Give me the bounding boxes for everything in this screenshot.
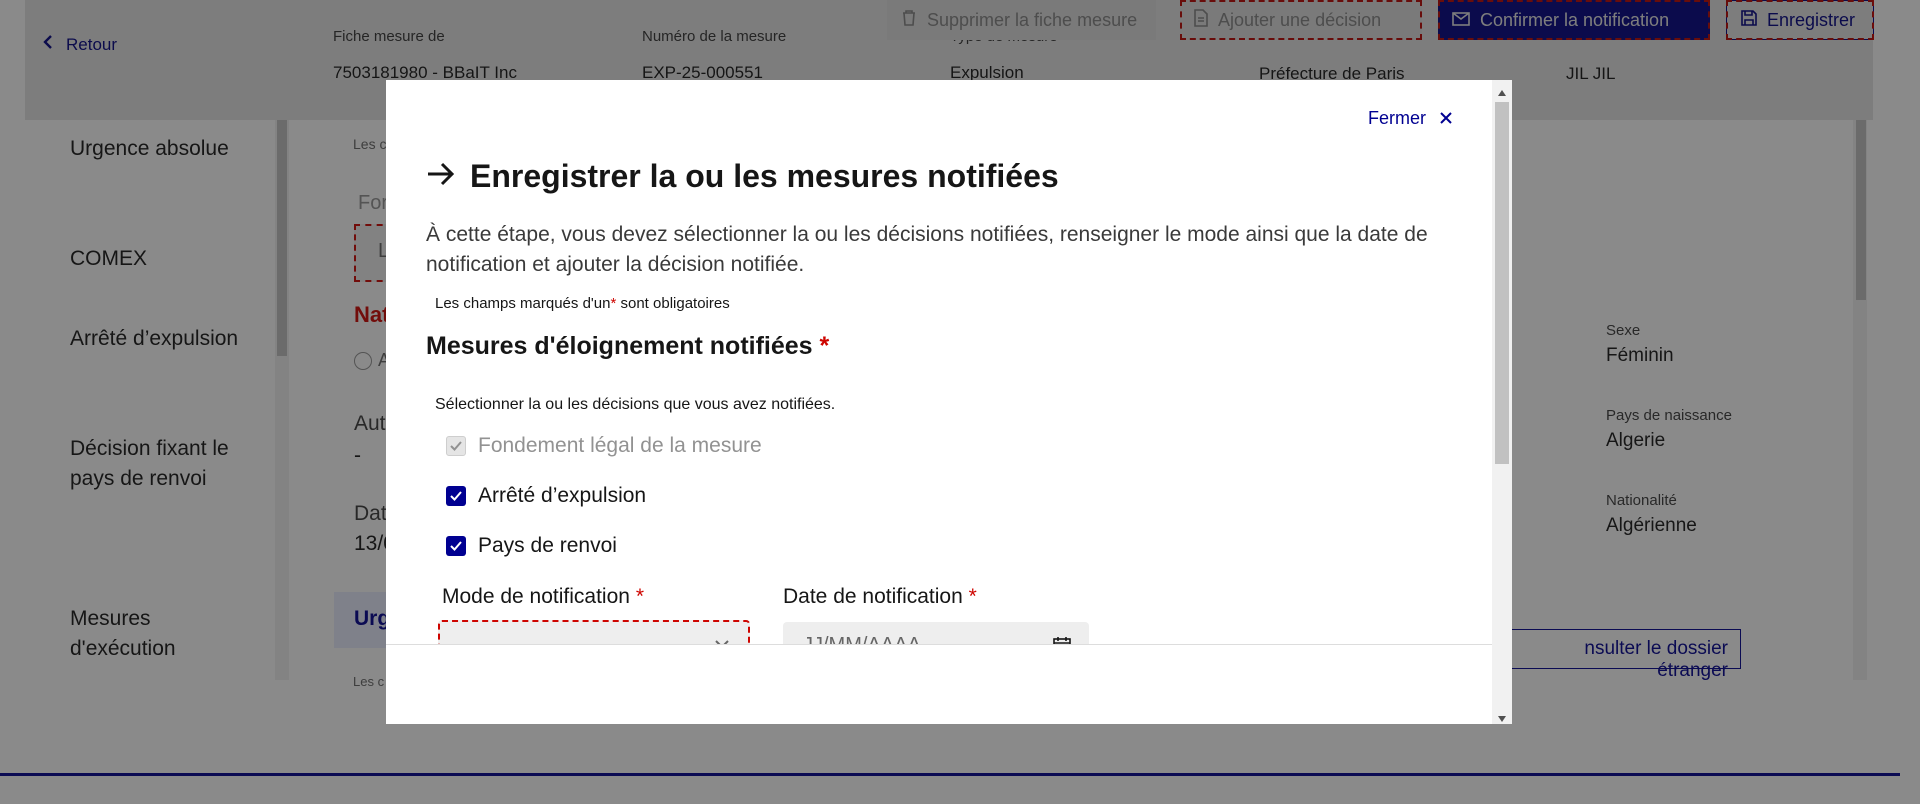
- checkbox-label: Fondement légal de la mesure: [478, 434, 762, 457]
- required-star: *: [968, 585, 977, 608]
- checkbox-pays-renvoi[interactable]: Pays de renvoi: [446, 534, 617, 558]
- mode-notification-label: Mode de notification *: [442, 585, 644, 609]
- date-notification-label-text: Date de notification: [783, 585, 963, 608]
- checkbox-checked-disabled: [446, 436, 466, 456]
- required-star: *: [610, 295, 617, 312]
- close-button[interactable]: Fermer: [1368, 108, 1452, 129]
- checkbox-label: Arrêté d’expulsion: [478, 484, 647, 507]
- checkbox-fondement-legal: Fondement légal de la mesure: [446, 434, 762, 458]
- section-title-text: Mesures d'éloignement notifiées: [426, 332, 813, 360]
- mode-notification-label-text: Mode de notification: [442, 585, 630, 608]
- scroll-down-arrow-icon[interactable]: [1497, 710, 1507, 724]
- arrow-right-icon: [426, 158, 456, 195]
- required-star: *: [819, 332, 830, 360]
- required-note-text: sont obligatoires: [620, 295, 730, 312]
- notification-modal: Fermer Enregistrer la ou les mesures not…: [386, 80, 1512, 724]
- section-hint: Sélectionner la ou les décisions que vou…: [435, 396, 836, 413]
- modal-title: Enregistrer la ou les mesures notifiées: [426, 158, 1059, 195]
- checkbox-checked[interactable]: [446, 486, 466, 506]
- required-fields-note: Les champs marqués d'un* sont obligatoir…: [435, 295, 730, 312]
- scroll-up-arrow-icon[interactable]: [1497, 84, 1507, 102]
- close-label: Fermer: [1368, 108, 1426, 128]
- section-title: Mesures d'éloignement notifiées *: [426, 332, 829, 361]
- required-note-text: Les champs marqués d'un: [435, 295, 611, 312]
- checkbox-label: Pays de renvoi: [478, 534, 617, 557]
- modal-footer: [386, 644, 1492, 724]
- date-notification-label: Date de notification *: [783, 585, 977, 609]
- checkbox-arrete-expulsion[interactable]: Arrêté d’expulsion: [446, 484, 646, 508]
- modal-description: À cette étape, vous devez sélectionner l…: [426, 223, 1428, 276]
- modal-scroll-thumb[interactable]: [1495, 102, 1509, 464]
- modal-title-text: Enregistrer la ou les mesures notifiées: [470, 158, 1059, 194]
- checkbox-checked[interactable]: [446, 536, 466, 556]
- required-star: *: [635, 585, 644, 608]
- close-icon: [1440, 108, 1452, 129]
